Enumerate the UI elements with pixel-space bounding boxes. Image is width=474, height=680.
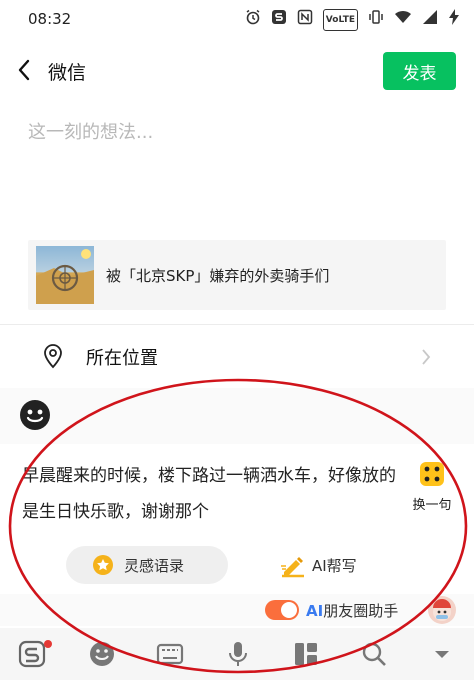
- status-icons: VoLTE: [245, 9, 460, 31]
- ime-search-icon[interactable]: [360, 640, 388, 668]
- status-bar: 08:32 VoLTE: [0, 0, 474, 40]
- nfc-icon: [297, 9, 313, 31]
- article-thumbnail: [36, 246, 94, 304]
- page-title: 微信: [48, 62, 87, 84]
- shared-link-title: 被「北京SKP」嫌弃的外卖骑手们: [106, 267, 330, 285]
- shared-link-card[interactable]: 被「北京SKP」嫌弃的外卖骑手们: [28, 240, 446, 310]
- emoji-icon[interactable]: [18, 398, 52, 432]
- ai-write-button[interactable]: AI帮写: [278, 546, 378, 584]
- inspiration-quotes-label: 灵感语录: [124, 557, 185, 575]
- pen-write-icon: [281, 557, 304, 578]
- compose-input[interactable]: 这一刻的想法...: [28, 118, 448, 148]
- assistant-label: AI朋友圈助手: [306, 600, 398, 621]
- assistant-label-text: 朋友圈助手: [323, 602, 399, 620]
- ime-clipboard-icon[interactable]: [292, 640, 320, 668]
- divider: [0, 324, 474, 325]
- ime-toolbar: [0, 628, 474, 680]
- alarm-icon: [245, 9, 261, 31]
- assistant-ai-prefix: AI: [306, 602, 324, 620]
- suggested-sentence[interactable]: 早晨醒来的时候，楼下路过一辆洒水车，好像放的是生日快乐歌，谢谢那个: [22, 458, 402, 530]
- swap-sentence-button[interactable]: 换一句: [404, 458, 460, 518]
- ime-microphone-icon[interactable]: [224, 640, 252, 668]
- location-pin-icon: [44, 344, 62, 369]
- ai-write-label: AI帮写: [312, 557, 357, 575]
- signal-icon: [422, 9, 438, 31]
- moments-assistant-row: AI朋友圈助手: [0, 594, 474, 626]
- location-row[interactable]: 所在位置: [28, 337, 448, 377]
- volte-icon: VoLTE: [322, 9, 358, 31]
- s-app-icon: [271, 9, 287, 31]
- assistant-avatar[interactable]: [428, 596, 456, 624]
- assistant-toggle[interactable]: [265, 600, 299, 620]
- vibrate-icon: [368, 9, 384, 31]
- emoji-toolbar: [0, 388, 474, 444]
- dice-icon: [420, 462, 444, 486]
- notification-dot: [44, 640, 52, 648]
- ime-collapse-icon[interactable]: [428, 640, 456, 668]
- inspiration-quotes-button[interactable]: 灵感语录: [66, 546, 228, 584]
- ime-keyboard-icon[interactable]: [156, 640, 184, 668]
- star-badge-icon: [93, 555, 113, 575]
- chevron-right-icon: [422, 349, 431, 365]
- swap-sentence-label: 换一句: [412, 498, 452, 513]
- toggle-knob: [281, 602, 297, 618]
- location-label: 所在位置: [86, 348, 158, 369]
- charging-icon: [448, 9, 460, 31]
- publish-button[interactable]: 发表: [383, 52, 456, 90]
- back-arrow-icon[interactable]: [16, 58, 32, 82]
- ime-emoji-icon[interactable]: [88, 640, 116, 668]
- wifi-icon: [394, 9, 412, 31]
- status-time: 08:32: [28, 10, 72, 28]
- sogou-logo-icon[interactable]: [18, 640, 52, 668]
